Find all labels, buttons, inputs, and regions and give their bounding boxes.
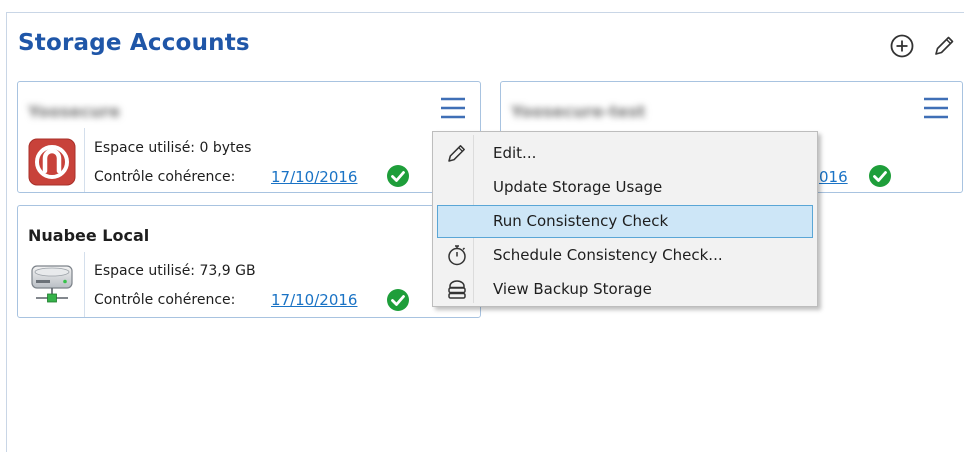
check-circle-icon bbox=[386, 164, 410, 188]
nuabee-logo-icon bbox=[28, 138, 76, 186]
menu-item-label: View Backup Storage bbox=[493, 280, 652, 298]
hamburger-menu-icon[interactable] bbox=[922, 95, 950, 121]
menu-item-label: Run Consistency Check bbox=[493, 212, 669, 230]
menu-item-label: Update Storage Usage bbox=[493, 178, 663, 196]
local-drive-icon bbox=[28, 260, 76, 308]
menu-item-label: Edit... bbox=[493, 144, 537, 162]
menu-item-view-backup-storage[interactable]: View Backup Storage bbox=[437, 273, 813, 306]
space-used-row: Espace utilisé: 73,9 GB bbox=[94, 263, 256, 279]
card-name: Yoosecure-test bbox=[511, 102, 646, 121]
card-name: Yoosecure bbox=[28, 102, 121, 121]
menu-item-label: Schedule Consistency Check... bbox=[493, 246, 723, 264]
menu-item-update-storage-usage[interactable]: Update Storage Usage bbox=[437, 171, 813, 204]
add-circle-icon[interactable] bbox=[889, 33, 915, 59]
space-used-value: 73,9 GB bbox=[199, 263, 256, 279]
menu-item-edit[interactable]: Edit... bbox=[437, 137, 813, 170]
page-title: Storage Accounts bbox=[18, 30, 250, 56]
menu-item-run-consistency-check[interactable]: Run Consistency Check bbox=[437, 205, 813, 238]
storage-stack-icon bbox=[445, 277, 469, 301]
space-used-label: Espace utilisé: bbox=[94, 263, 196, 279]
storage-card-yoosecure: Yoosecure Espace utilisé: 0 bytes Contrô… bbox=[17, 81, 481, 193]
space-used-row: Espace utilisé: 0 bytes bbox=[94, 140, 251, 156]
context-menu: Edit... Update Storage Usage Run Consist… bbox=[432, 131, 818, 307]
stopwatch-icon bbox=[445, 243, 469, 267]
space-used-value: 0 bytes bbox=[199, 140, 252, 156]
card-divider bbox=[84, 252, 85, 317]
hamburger-menu-icon[interactable] bbox=[439, 95, 467, 121]
consistency-check-date-link[interactable]: 016 bbox=[819, 168, 848, 186]
space-used-label: Espace utilisé: bbox=[94, 140, 196, 156]
consistency-check-label: Contrôle cohérence: bbox=[94, 292, 236, 308]
check-circle-icon bbox=[386, 288, 410, 312]
consistency-check-date-link[interactable]: 17/10/2016 bbox=[271, 168, 357, 186]
check-circle-icon bbox=[868, 164, 892, 188]
menu-item-schedule-consistency-check[interactable]: Schedule Consistency Check... bbox=[437, 239, 813, 272]
card-name: Nuabee Local bbox=[28, 226, 150, 245]
storage-card-nuabee-local: Nuabee Local Espace utilisé: 73,9 GB Con… bbox=[17, 205, 481, 318]
pencil-icon bbox=[445, 141, 469, 165]
pencil-icon[interactable] bbox=[931, 33, 957, 59]
consistency-check-label: Contrôle cohérence: bbox=[94, 169, 236, 185]
consistency-check-date-link[interactable]: 17/10/2016 bbox=[271, 291, 357, 309]
card-divider bbox=[84, 128, 85, 192]
